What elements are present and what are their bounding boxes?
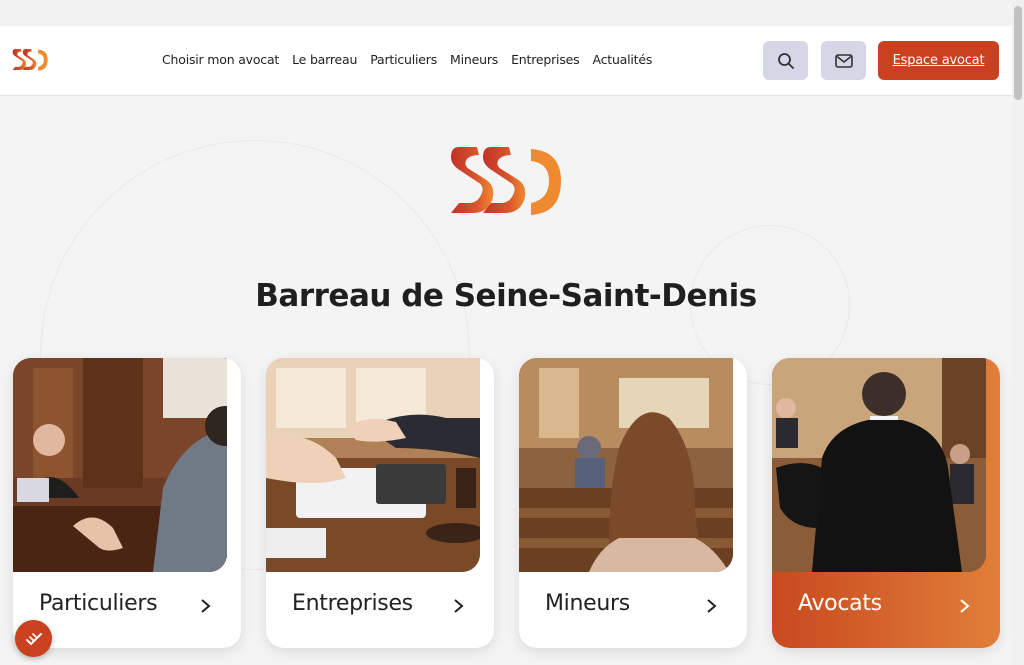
card-label: Mineurs xyxy=(545,591,630,616)
card-label: Avocats xyxy=(798,591,882,616)
contact-button[interactable] xyxy=(821,41,866,80)
page-title: Barreau de Seine-Saint-Denis xyxy=(255,278,757,314)
card-entreprises[interactable]: Entreprises xyxy=(266,358,494,648)
card-particuliers[interactable]: Particuliers xyxy=(13,358,241,648)
scrollbar-thumb[interactable] xyxy=(1014,6,1022,100)
nav-item-particuliers[interactable]: Particuliers xyxy=(370,52,437,67)
chevron-right-icon xyxy=(960,599,970,613)
main-nav: Choisir mon avocat Le barreau Particulie… xyxy=(162,52,652,67)
courtroom-judge-image xyxy=(13,358,227,572)
chevron-right-icon xyxy=(201,599,211,613)
card-mineurs[interactable]: Mineurs xyxy=(519,358,747,648)
accessibility-button[interactable] xyxy=(15,620,52,657)
nav-item-actualites[interactable]: Actualités xyxy=(592,52,652,67)
mail-icon xyxy=(834,53,853,68)
lawyer-in-robe-image xyxy=(772,358,986,572)
nav-item-choisir-mon-avocat[interactable]: Choisir mon avocat xyxy=(162,52,279,67)
nav-item-entreprises[interactable]: Entreprises xyxy=(511,52,580,67)
site-logo[interactable] xyxy=(12,47,48,73)
search-icon xyxy=(777,52,794,69)
card-label: Particuliers xyxy=(39,591,158,616)
nav-item-le-barreau[interactable]: Le barreau xyxy=(292,52,357,67)
accessibility-icon xyxy=(25,632,42,645)
card-label: Entreprises xyxy=(292,591,413,616)
search-button[interactable] xyxy=(763,41,808,80)
young-girl-courtroom-image xyxy=(519,358,733,572)
page-scrollbar[interactable] xyxy=(1012,0,1024,665)
chevron-right-icon xyxy=(707,599,717,613)
bar-logo xyxy=(449,143,562,220)
card-avocats[interactable]: Avocats xyxy=(772,358,1000,648)
chevron-right-icon xyxy=(454,599,464,613)
contract-signing-image xyxy=(266,358,480,572)
nav-item-mineurs[interactable]: Mineurs xyxy=(450,52,498,67)
espace-avocat-button[interactable]: Espace avocat xyxy=(878,41,999,80)
browser-top-strip xyxy=(0,0,1012,26)
